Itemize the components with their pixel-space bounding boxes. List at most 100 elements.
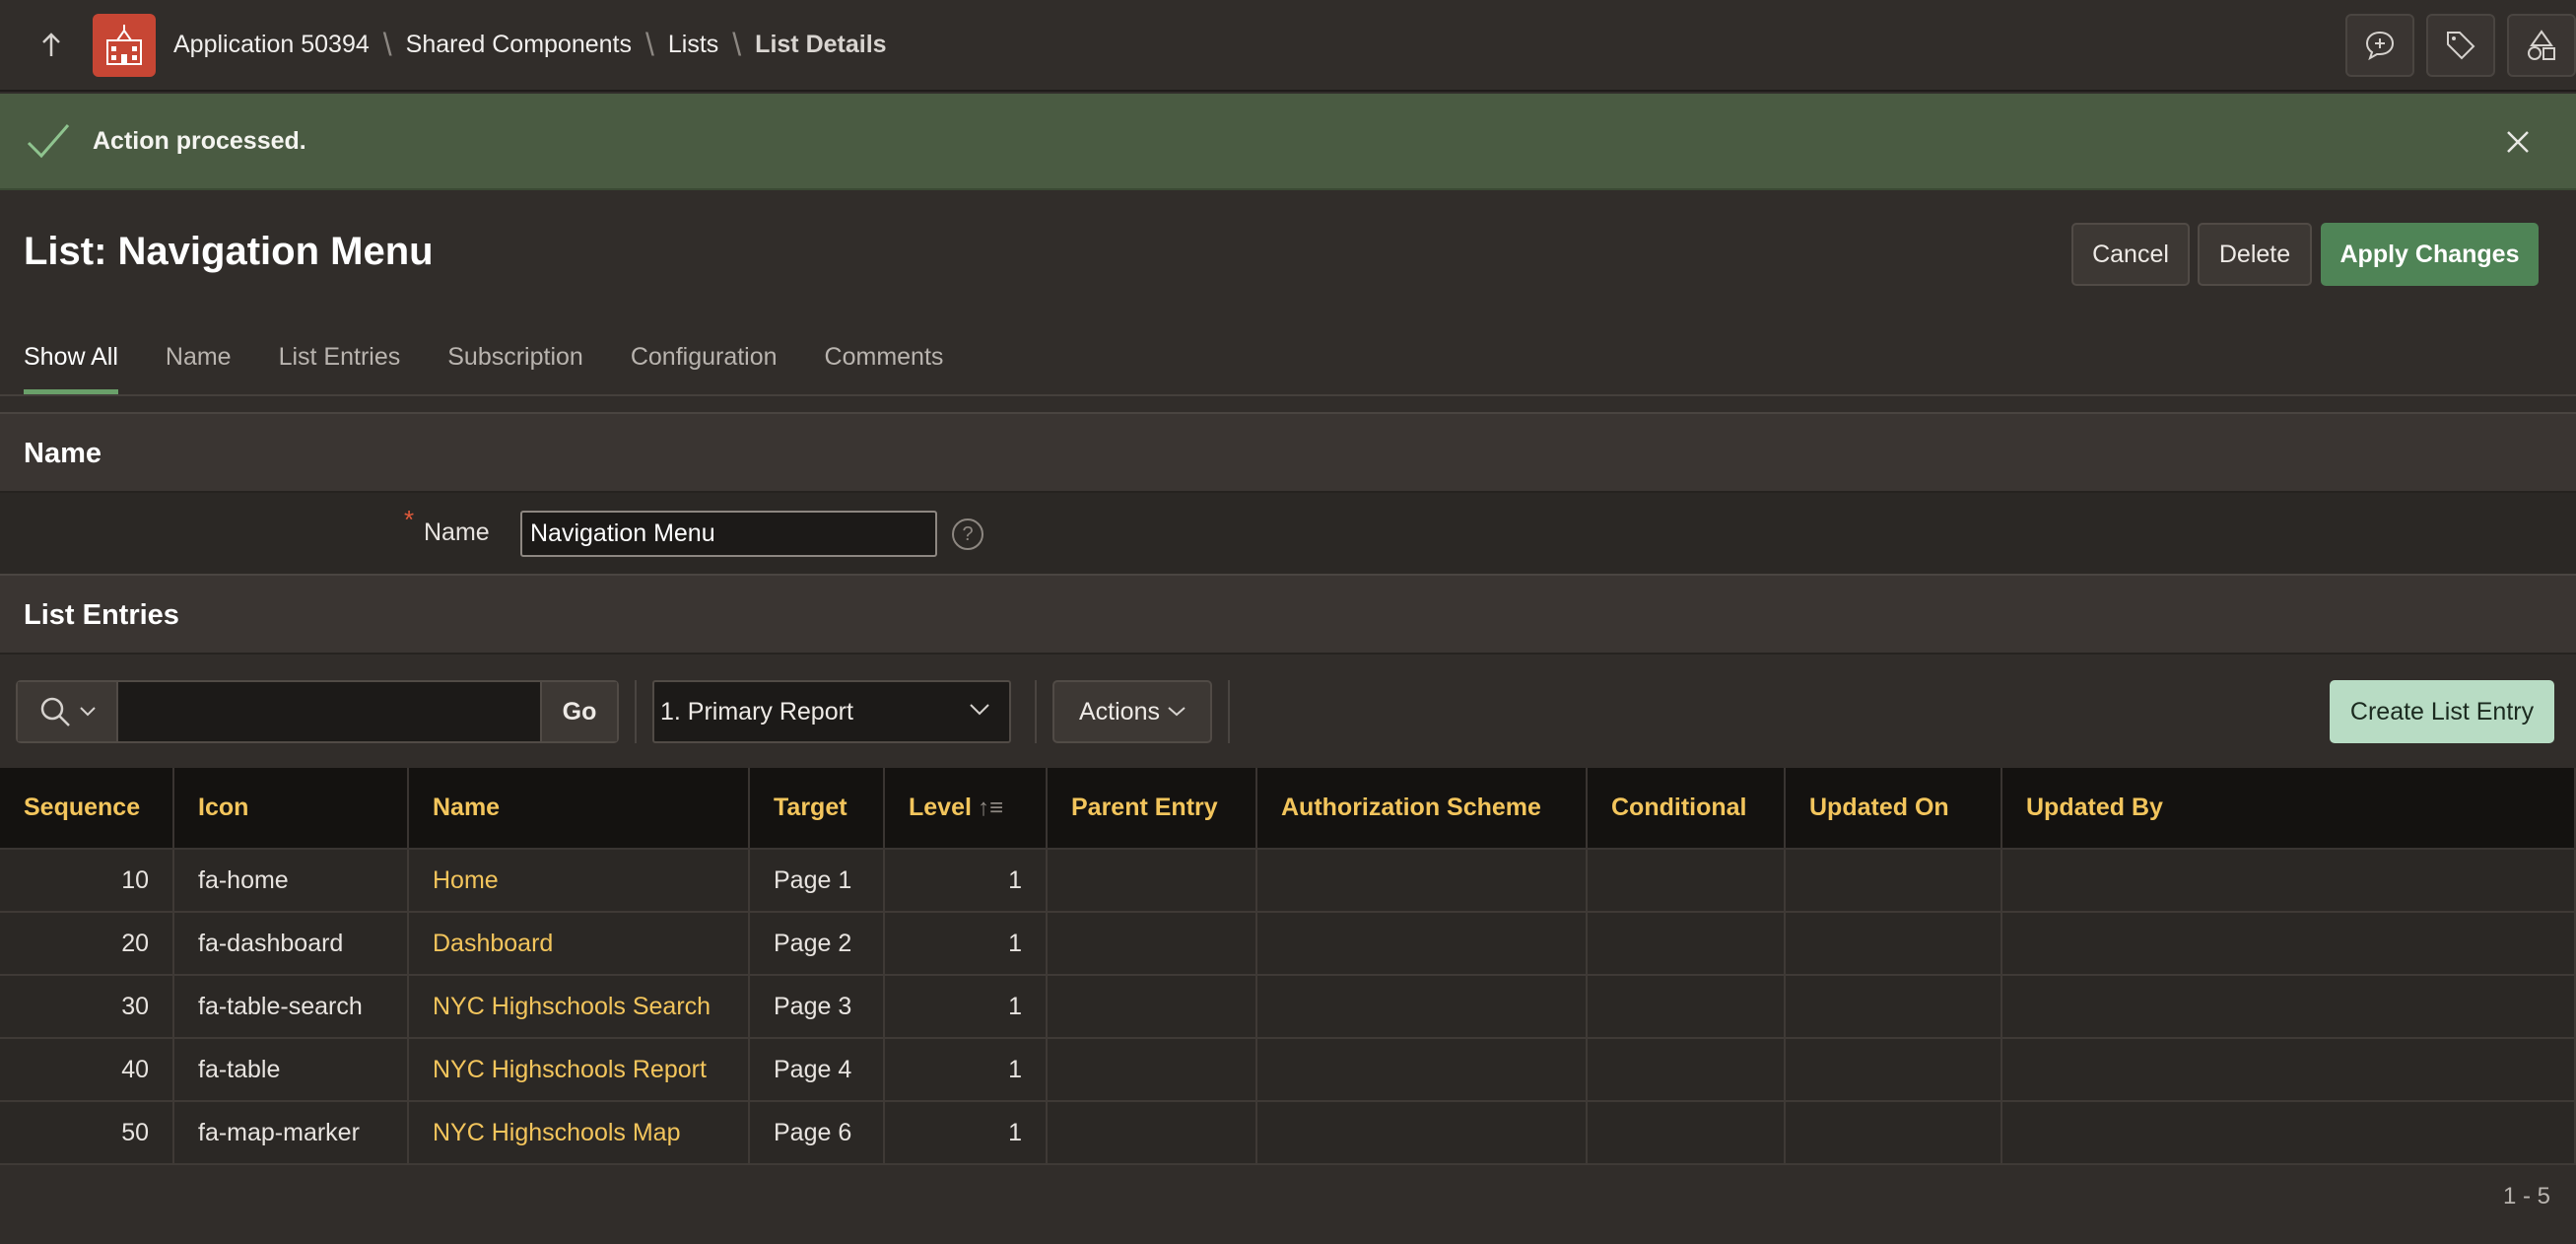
tabs-divider bbox=[0, 394, 2576, 396]
name-region-header: Name bbox=[0, 412, 2576, 493]
actions-label: Actions bbox=[1079, 697, 1160, 726]
cell-target: Page 3 bbox=[749, 975, 885, 1039]
cell-updated-by bbox=[2001, 1038, 2576, 1102]
tab-list-entries[interactable]: List Entries bbox=[279, 325, 401, 394]
column-header-updated-by[interactable]: Updated By bbox=[2001, 768, 2576, 850]
up-arrow-icon[interactable] bbox=[22, 0, 81, 91]
report-select-value: 1. Primary Report bbox=[660, 698, 853, 726]
cell-updated-on bbox=[1785, 975, 2002, 1039]
required-marker: * bbox=[404, 505, 415, 534]
cell-name: Dashboard bbox=[408, 912, 750, 976]
cancel-button[interactable]: Cancel bbox=[2071, 223, 2190, 286]
column-header-updated-on[interactable]: Updated On bbox=[1785, 768, 2002, 850]
cell-parent-entry bbox=[1047, 1038, 1257, 1102]
cell-name: Home bbox=[408, 849, 750, 913]
cell-icon: fa-table bbox=[173, 1038, 409, 1102]
cell-authorization-scheme bbox=[1256, 1101, 1588, 1165]
tag-icon[interactable] bbox=[2426, 14, 2495, 77]
table-header-row: Sequence Icon Name Target Level ↑≡ Parent… bbox=[0, 768, 2576, 850]
column-header-parent-entry[interactable]: Parent Entry bbox=[1047, 768, 1257, 850]
name-input[interactable]: Navigation Menu bbox=[520, 511, 937, 557]
comment-add-icon[interactable] bbox=[2345, 14, 2414, 77]
go-button[interactable]: Go bbox=[540, 682, 617, 741]
column-header-icon[interactable]: Icon bbox=[173, 768, 409, 850]
create-list-entry-button[interactable]: Create List Entry bbox=[2330, 680, 2554, 743]
close-icon[interactable] bbox=[2499, 123, 2537, 161]
cell-updated-by bbox=[2001, 912, 2576, 976]
cell-authorization-scheme bbox=[1256, 975, 1588, 1039]
cell-updated-on bbox=[1785, 1101, 2002, 1165]
tab-subscription[interactable]: Subscription bbox=[447, 325, 583, 394]
column-header-name[interactable]: Name bbox=[408, 768, 750, 850]
cell-name: NYC Highschools Report bbox=[408, 1038, 750, 1102]
column-header-authorization-scheme[interactable]: Authorization Scheme bbox=[1256, 768, 1588, 850]
entry-link[interactable]: NYC Highschools Search bbox=[433, 993, 711, 1020]
shapes-icon[interactable] bbox=[2507, 14, 2576, 77]
cell-level: 1 bbox=[884, 1101, 1048, 1165]
check-icon bbox=[27, 124, 70, 159]
cell-level: 1 bbox=[884, 849, 1048, 913]
cell-parent-entry bbox=[1047, 912, 1257, 976]
toolbar-divider bbox=[1228, 680, 1230, 743]
table-row: 50 fa-map-marker NYC Highschools Map Pag… bbox=[0, 1101, 2576, 1165]
cell-parent-entry bbox=[1047, 975, 1257, 1039]
cell-icon: fa-table-search bbox=[173, 975, 409, 1039]
list-entries-region-header: List Entries bbox=[0, 574, 2576, 655]
cell-sequence: 20 bbox=[0, 912, 174, 976]
entry-link[interactable]: NYC Highschools Map bbox=[433, 1119, 681, 1146]
column-header-conditional[interactable]: Conditional bbox=[1587, 768, 1786, 850]
cell-level: 1 bbox=[884, 975, 1048, 1039]
search-column-menu[interactable] bbox=[18, 682, 118, 741]
name-field-label: Name bbox=[424, 518, 490, 546]
column-header-target[interactable]: Target bbox=[749, 768, 885, 850]
cell-target: Page 1 bbox=[749, 849, 885, 913]
breadcrumb-list-details: List Details bbox=[755, 31, 887, 58]
cell-target: Page 2 bbox=[749, 912, 885, 976]
pagination-info: 1 - 5 bbox=[2502, 1183, 2550, 1209]
search-input[interactable] bbox=[118, 682, 540, 741]
cell-target: Page 4 bbox=[749, 1038, 885, 1102]
delete-button[interactable]: Delete bbox=[2198, 223, 2312, 286]
tab-configuration[interactable]: Configuration bbox=[631, 325, 778, 394]
report-footer bbox=[0, 1163, 2576, 1244]
tab-name[interactable]: Name bbox=[166, 325, 232, 394]
cell-conditional bbox=[1587, 975, 1786, 1039]
entry-link[interactable]: Dashboard bbox=[433, 930, 553, 957]
breadcrumb-separator: \ bbox=[732, 27, 742, 62]
cell-updated-on bbox=[1785, 1038, 2002, 1102]
entry-link[interactable]: NYC Highschools Report bbox=[433, 1056, 707, 1083]
column-header-level-label: Level bbox=[909, 794, 972, 821]
cell-icon: fa-dashboard bbox=[173, 912, 409, 976]
cell-target: Page 6 bbox=[749, 1101, 885, 1165]
cell-authorization-scheme bbox=[1256, 1038, 1588, 1102]
breadcrumb-application[interactable]: Application 50394 bbox=[173, 31, 370, 59]
cell-level: 1 bbox=[884, 912, 1048, 976]
cell-name: NYC Highschools Map bbox=[408, 1101, 750, 1165]
cell-sequence: 50 bbox=[0, 1101, 174, 1165]
cell-authorization-scheme bbox=[1256, 849, 1588, 913]
page-title: List: Navigation Menu bbox=[24, 230, 434, 273]
cell-name: NYC Highschools Search bbox=[408, 975, 750, 1039]
tab-show-all[interactable]: Show All bbox=[24, 325, 118, 394]
breadcrumb-shared-components[interactable]: Shared Components bbox=[406, 31, 632, 59]
app-logo-icon[interactable] bbox=[93, 13, 156, 77]
help-icon[interactable]: ? bbox=[952, 518, 983, 550]
cell-updated-by bbox=[2001, 975, 2576, 1039]
sort-ascending-icon: ↑≡ bbox=[977, 795, 1003, 821]
success-alert: Action processed. bbox=[0, 94, 2576, 190]
cell-updated-on bbox=[1785, 912, 2002, 976]
apply-changes-button[interactable]: Apply Changes bbox=[2321, 223, 2539, 286]
cell-parent-entry bbox=[1047, 849, 1257, 913]
report-select[interactable]: 1. Primary Report bbox=[652, 680, 1011, 743]
entry-link[interactable]: Home bbox=[433, 866, 499, 894]
cell-authorization-scheme bbox=[1256, 912, 1588, 976]
cell-level: 1 bbox=[884, 1038, 1048, 1102]
toolbar-divider bbox=[635, 680, 637, 743]
toolbar-divider bbox=[1035, 680, 1037, 743]
breadcrumb-lists[interactable]: Lists bbox=[668, 31, 718, 59]
column-header-sequence[interactable]: Sequence bbox=[0, 768, 174, 850]
top-header: Application 50394 \ Shared Components \ … bbox=[0, 0, 2576, 92]
actions-menu-button[interactable]: Actions bbox=[1052, 680, 1212, 743]
tab-comments[interactable]: Comments bbox=[825, 325, 944, 394]
column-header-level[interactable]: Level ↑≡ bbox=[884, 768, 1048, 850]
